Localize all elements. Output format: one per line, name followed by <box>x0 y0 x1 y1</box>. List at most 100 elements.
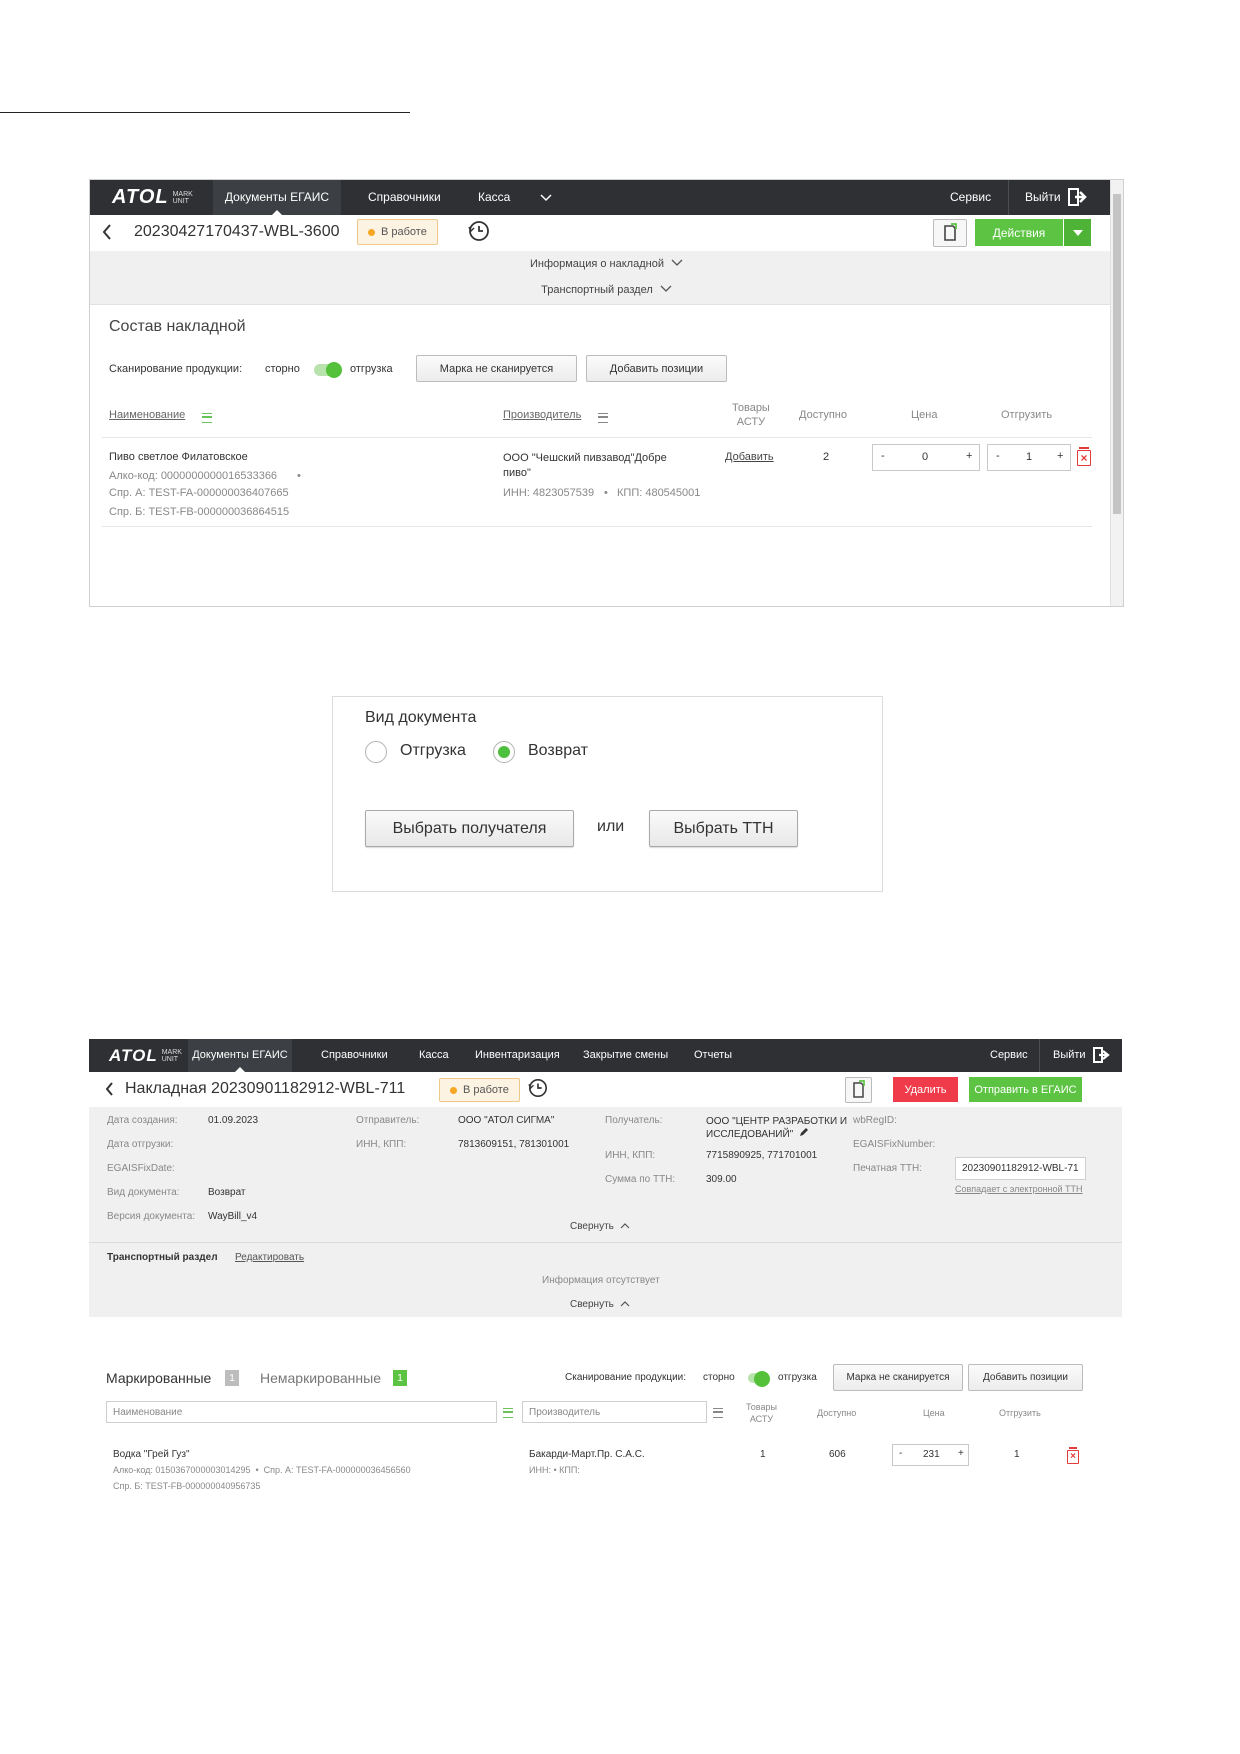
nav-service[interactable]: Сервис <box>990 1039 1028 1072</box>
plus-icon[interactable]: + <box>1057 450 1063 462</box>
screenshot-waybill-return: ATOL MARK UNIT Документы ЕГАИС Справочник… <box>89 1039 1122 1509</box>
add-positions-button[interactable]: Добавить позиции <box>586 355 727 382</box>
or-label: или <box>597 818 625 835</box>
choose-ttn-button[interactable]: Выбрать ТТН <box>649 810 798 847</box>
ship-value[interactable]: 1 <box>1026 451 1032 463</box>
status-dot <box>368 228 375 236</box>
send-to-egais-button[interactable]: Отправить в ЕГАИС <box>969 1077 1082 1102</box>
nav-service[interactable]: Сервис <box>950 180 991 215</box>
export-icon[interactable] <box>933 219 967 247</box>
logout-icon[interactable] <box>1093 1047 1111 1066</box>
doctype-label: Вид документа: <box>107 1187 180 1198</box>
mark-not-scanned-button[interactable]: Марка не сканируется <box>833 1364 963 1391</box>
scrollbar-thumb[interactable] <box>1113 194 1121 514</box>
actions-dropdown-button[interactable] <box>1064 219 1091 246</box>
edit-recipient-icon[interactable] <box>799 1127 809 1140</box>
alco-code: Алко-код: 0150367000003014295 • Спр. А: … <box>113 1465 411 1475</box>
name-filter-input[interactable]: Наименование <box>106 1401 497 1423</box>
plus-icon[interactable]: + <box>958 1448 964 1459</box>
nav-documents-egais[interactable]: Документы ЕГАИС <box>188 1039 292 1072</box>
transport-empty: Информация отсутствует <box>542 1275 660 1286</box>
radio-return[interactable] <box>493 741 515 763</box>
logout-icon[interactable] <box>1068 188 1088 209</box>
price-value[interactable]: 231 <box>923 1449 940 1460</box>
document-header: 20230427170437-WBL-3600 В работе Действи… <box>90 215 1123 252</box>
price-stepper[interactable]: - 231 + <box>892 1444 969 1466</box>
option-shipment-label[interactable]: Отгрузка <box>400 742 466 760</box>
nav-documents-egais[interactable]: Документы ЕГАИС <box>213 180 341 215</box>
choose-recipient-button[interactable]: Выбрать получателя <box>365 810 574 847</box>
collapse-transport-link[interactable]: Свернуть <box>570 1299 630 1310</box>
plus-icon[interactable]: + <box>966 450 972 462</box>
column-available: Доступно <box>817 1408 857 1418</box>
minus-icon[interactable]: - <box>881 450 885 462</box>
unmarked-count-badge: 1 <box>393 1370 407 1386</box>
scan-storno-label: сторно <box>265 363 300 375</box>
ship-stepper[interactable]: - 1 + <box>987 444 1071 471</box>
delete-row-icon[interactable]: × <box>1067 1447 1079 1464</box>
scrollbar[interactable] <box>1110 180 1123 606</box>
recipient-value: ООО "ЦЕНТР РАЗРАБОТКИ И ИССЛЕДОВАНИЙ" <box>706 1116 848 1140</box>
filter-icon[interactable] <box>503 1408 513 1418</box>
price-stepper[interactable]: - 0 + <box>872 444 980 471</box>
history-icon[interactable] <box>528 1078 548 1103</box>
scan-mode-toggle[interactable] <box>314 362 342 378</box>
chevron-down-icon <box>671 259 683 266</box>
top-nav-bar: ATOL MARK UNIT Документы ЕГАИС Справочник… <box>89 1039 1122 1072</box>
back-icon[interactable] <box>102 224 112 245</box>
add-asty-link[interactable]: Добавить <box>725 451 774 463</box>
top-nav-bar: ATOL MARK UNIT Документы ЕГАИС Справочник… <box>90 180 1123 215</box>
price-value[interactable]: 0 <box>922 451 928 463</box>
nav-close-shift[interactable]: Закрытие смены <box>583 1039 668 1072</box>
column-asty: Товары АСТУ <box>732 402 770 428</box>
chevron-down-icon[interactable] <box>540 180 552 215</box>
transport-edit-link[interactable]: Редактировать <box>235 1252 304 1263</box>
tab-marked[interactable]: Маркированные <box>106 1370 211 1386</box>
actions-button[interactable]: Действия <box>975 219 1063 246</box>
logout-link[interactable]: Выйти <box>1025 180 1061 215</box>
filter-icon[interactable] <box>598 413 608 423</box>
mark-not-scanned-button[interactable]: Марка не сканируется <box>416 355 577 382</box>
column-name[interactable]: Наименование <box>109 409 185 421</box>
minus-icon[interactable]: - <box>996 450 1000 462</box>
nav-references[interactable]: Справочники <box>321 1039 388 1072</box>
nav-reports[interactable]: Отчеты <box>694 1039 732 1072</box>
filter-icon[interactable] <box>713 1408 723 1418</box>
collapse-info-link[interactable]: Свернуть <box>570 1221 630 1232</box>
shipped-label: Дата отгрузки: <box>107 1139 174 1150</box>
delete-button[interactable]: Удалить <box>893 1077 958 1102</box>
transport-section-toggle[interactable]: Транспортный раздел <box>90 277 1123 305</box>
column-maker[interactable]: Производитель <box>503 409 581 421</box>
sender-label: Отправитель: <box>356 1115 420 1126</box>
ref-a: Спр. А: TEST-FA-000000036407665 <box>109 487 289 499</box>
page-rule <box>0 112 410 113</box>
scan-mode-toggle[interactable] <box>748 1371 770 1387</box>
export-icon[interactable] <box>845 1077 872 1103</box>
tab-unmarked[interactable]: Немаркированные <box>260 1370 381 1386</box>
nav-references[interactable]: Справочники <box>368 180 441 215</box>
option-return-label[interactable]: Возврат <box>528 742 588 760</box>
print-ttn-label: Печатная ТТН: <box>853 1163 923 1174</box>
logout-link[interactable]: Выйти <box>1053 1039 1086 1072</box>
maker-inn-kpp: ИНН: • КПП: <box>529 1465 580 1475</box>
document-type-title: Вид документа <box>365 709 477 726</box>
recipient-inn-value: 7715890925, 771701001 <box>706 1150 818 1161</box>
maker-filter-input[interactable]: Производитель <box>522 1401 707 1423</box>
filter-icon[interactable] <box>202 413 212 423</box>
scan-storno-label: сторно <box>703 1372 735 1383</box>
history-icon[interactable] <box>468 220 490 247</box>
fixdate-label: EGAISFixDate: <box>107 1163 175 1174</box>
fixnumber-label: EGAISFixNumber: <box>853 1139 936 1150</box>
invoice-info-toggle[interactable]: Информация о накладной <box>90 251 1123 278</box>
nav-cashier[interactable]: Касса <box>478 180 510 215</box>
radio-shipment[interactable] <box>365 741 387 763</box>
sender-value: ООО "АТОЛ СИГМА" <box>458 1115 555 1126</box>
add-positions-button[interactable]: Добавить позиции <box>968 1364 1083 1391</box>
nav-inventory[interactable]: Инвентаризация <box>475 1039 560 1072</box>
minus-icon[interactable]: - <box>899 1448 902 1459</box>
delete-row-icon[interactable]: × <box>1077 447 1091 466</box>
back-icon[interactable] <box>105 1082 114 1101</box>
print-ttn-input[interactable]: 20230901182912-WBL-71 <box>955 1157 1086 1180</box>
available-value: 2 <box>823 451 830 463</box>
nav-cashier[interactable]: Касса <box>419 1039 449 1072</box>
